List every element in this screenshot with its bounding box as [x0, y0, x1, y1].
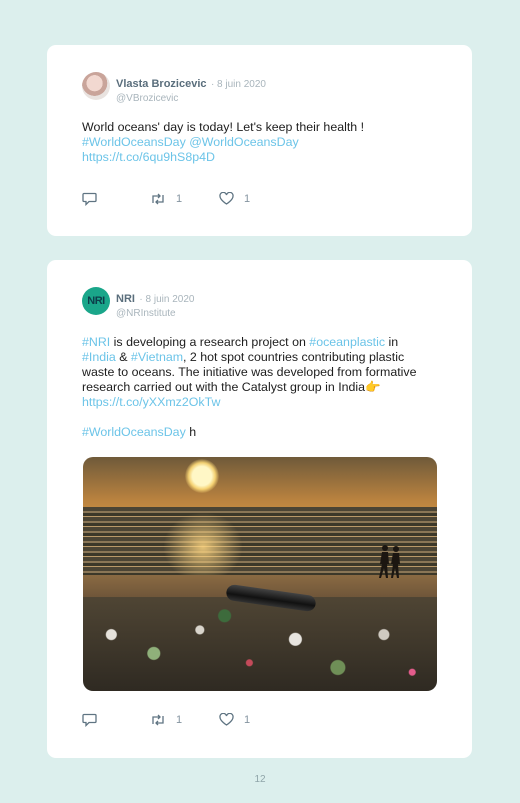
tweet-date[interactable]: · 8 juin 2020	[139, 294, 194, 305]
photo-plastic-debris	[83, 597, 437, 691]
avatar[interactable]	[82, 72, 110, 100]
tweet-actions: 1 1	[82, 713, 282, 729]
author-handle[interactable]: @NRInstitute	[116, 308, 194, 319]
retweet-button[interactable]: 1	[150, 713, 182, 727]
tweet-actions: 1 1	[82, 192, 282, 208]
retweet-count: 1	[176, 193, 183, 205]
text-segment: &	[115, 350, 131, 364]
reply-icon	[82, 713, 97, 727]
text-segment: is developing a research project on	[110, 335, 310, 349]
tweet-text: World oceans' day is today! Let's keep t…	[82, 120, 412, 165]
photo-sun-reflection	[163, 512, 243, 582]
tweet-date[interactable]: · 8 juin 2020	[211, 79, 266, 90]
photo-silhouettes	[379, 545, 400, 578]
text-segment: h	[185, 425, 197, 439]
tweet-text: #NRI is developing a research project on…	[82, 335, 434, 440]
retweet-icon	[152, 714, 164, 726]
retweet-button[interactable]: 1	[150, 192, 182, 206]
page-number: 12	[254, 774, 266, 785]
author-handle[interactable]: @VBrozicevic	[116, 93, 266, 104]
hashtag-link[interactable]: #WorldOceansDay	[82, 425, 186, 439]
reply-button[interactable]	[82, 192, 97, 206]
retweet-icon	[152, 193, 164, 205]
author-name[interactable]: NRI	[116, 293, 135, 305]
reply-icon	[82, 192, 97, 206]
pointing-hand-emoji: 👉	[365, 380, 381, 394]
hashtag-link[interactable]: #WorldOceansDay	[82, 135, 186, 149]
photo-sun	[185, 459, 219, 493]
like-count: 1	[244, 713, 251, 726]
like-count: 1	[244, 192, 251, 205]
hashtag-link[interactable]: #oceanplastic	[309, 335, 385, 349]
like-button[interactable]: 1	[219, 713, 250, 726]
like-icon	[219, 713, 234, 726]
avatar[interactable]: NRI	[82, 287, 110, 315]
tweet-photo[interactable]	[83, 457, 437, 691]
hashtag-link[interactable]: #India	[82, 350, 116, 364]
text-segment: in	[385, 335, 399, 349]
hashtag-link[interactable]: #Vietnam	[131, 350, 183, 364]
author-name[interactable]: Vlasta Brozicevic	[116, 78, 207, 90]
hashtag-link[interactable]: #NRI	[82, 335, 110, 349]
reply-button[interactable]	[82, 713, 97, 727]
like-icon	[219, 192, 234, 205]
tweet-card: Vlasta Brozicevic · 8 juin 2020 @VBrozic…	[47, 45, 472, 236]
url-link[interactable]: https://t.co/yXXmz2OkTw	[82, 395, 220, 409]
tweet-card: NRI NRI · 8 juin 2020 @NRInstitute #NRI …	[47, 260, 472, 758]
tweet-text-main: World oceans' day is today! Let's keep t…	[82, 120, 365, 134]
like-button[interactable]: 1	[219, 192, 250, 205]
retweet-count: 1	[176, 714, 183, 726]
url-link[interactable]: https://t.co/6qu9hS8p4D	[82, 150, 215, 164]
mention-link[interactable]: @WorldOceansDay	[189, 135, 298, 149]
